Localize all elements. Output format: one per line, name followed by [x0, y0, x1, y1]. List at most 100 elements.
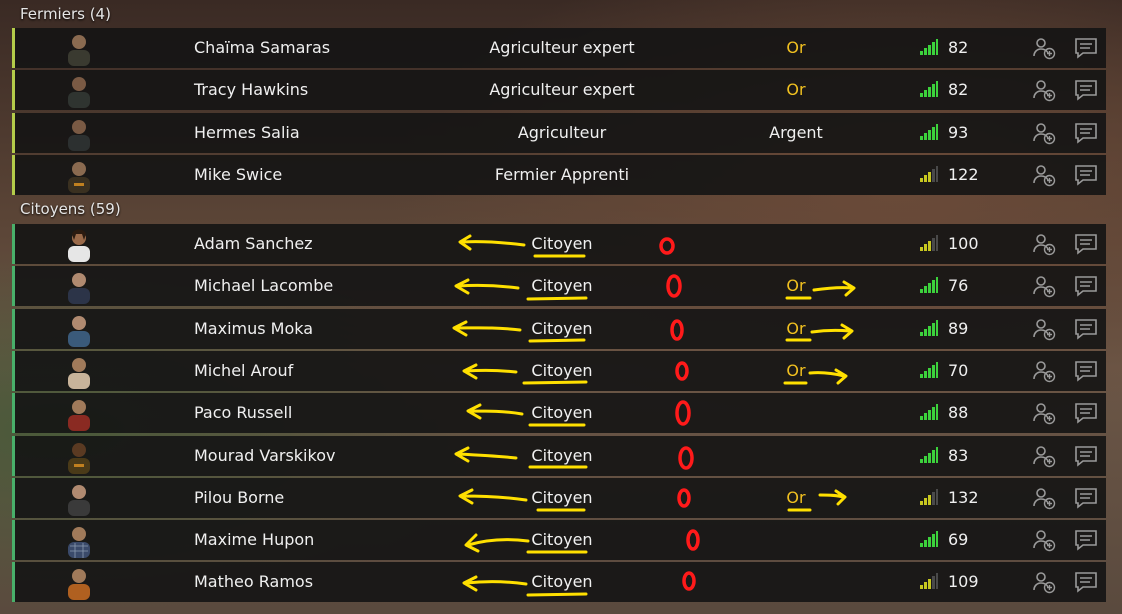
player-name: Hermes Salia: [194, 123, 300, 142]
add-friend-icon[interactable]: [1032, 121, 1056, 145]
chat-icon[interactable]: [1074, 79, 1098, 101]
player-row[interactable]: Tracy Hawkins Agriculteur expert Or 82: [12, 70, 1106, 110]
chat-icon[interactable]: [1074, 360, 1098, 382]
player-ping: 100: [948, 234, 979, 253]
player-role: Citoyen: [531, 446, 593, 465]
player-avatar: [68, 273, 90, 304]
player-ping: 88: [948, 403, 969, 422]
player-row[interactable]: Matheo Ramos Citoyen 109: [12, 562, 1106, 602]
chat-icon[interactable]: [1074, 402, 1098, 424]
group-stripe: [12, 520, 15, 560]
player-rank: Argent: [769, 123, 823, 142]
player-name: Mike Swice: [194, 165, 283, 184]
signal-bars-icon: [920, 362, 938, 378]
player-ping: 122: [948, 165, 979, 184]
add-friend-icon[interactable]: [1032, 163, 1056, 187]
player-ping: 89: [948, 319, 969, 338]
add-friend-icon[interactable]: [1032, 274, 1056, 298]
player-row[interactable]: Chaïma Samaras Agriculteur expert Or 82: [12, 28, 1106, 68]
section-title-fermiers: Fermiers (4): [20, 5, 111, 23]
player-role: Fermier Apprenti: [494, 165, 630, 184]
group-stripe: [12, 28, 15, 68]
signal-bars-icon: [920, 235, 938, 251]
chat-icon[interactable]: [1074, 164, 1098, 186]
player-ping: 70: [948, 361, 969, 380]
group-stripe: [12, 113, 15, 153]
chat-icon[interactable]: [1074, 445, 1098, 467]
player-role: Citoyen: [531, 361, 593, 380]
signal-bars-icon: [920, 447, 938, 463]
add-friend-icon[interactable]: [1032, 570, 1056, 594]
add-friend-icon[interactable]: [1032, 401, 1056, 425]
chat-icon[interactable]: [1074, 275, 1098, 297]
add-friend-icon[interactable]: [1032, 317, 1056, 341]
chat-icon[interactable]: [1074, 233, 1098, 255]
player-name: Maximus Moka: [194, 319, 314, 338]
player-role: Agriculteur expert: [489, 80, 635, 99]
player-row[interactable]: Mourad Varskikov Citoyen 83: [12, 436, 1106, 476]
player-avatar: [68, 485, 90, 516]
chat-icon[interactable]: [1074, 122, 1098, 144]
signal-bars-icon: [920, 404, 938, 420]
chat-icon[interactable]: [1074, 571, 1098, 593]
player-ping: 76: [948, 276, 969, 295]
signal-bars-icon: [920, 39, 938, 55]
player-role: Citoyen: [531, 488, 593, 507]
chat-icon[interactable]: [1074, 37, 1098, 59]
group-stripe: [12, 436, 15, 476]
player-role: Citoyen: [531, 276, 593, 295]
player-name: Tracy Hawkins: [194, 80, 309, 99]
player-row[interactable]: Michel Arouf Citoyen Or 70: [12, 351, 1106, 391]
player-ping: 83: [948, 446, 969, 465]
player-role: Citoyen: [531, 403, 593, 422]
group-stripe: [12, 478, 15, 518]
signal-bars-icon: [920, 166, 938, 182]
player-avatar: [68, 77, 90, 108]
add-friend-icon[interactable]: [1032, 78, 1056, 102]
signal-bars-icon: [920, 124, 938, 140]
player-name: Matheo Ramos: [194, 572, 314, 591]
player-avatar: [68, 229, 90, 262]
player-role: Agriculteur expert: [489, 38, 635, 57]
player-row[interactable]: Adam Sanchez Citoyen 100: [12, 224, 1106, 264]
add-friend-icon[interactable]: [1032, 528, 1056, 552]
player-row[interactable]: Paco Russell Citoyen 88: [12, 393, 1106, 433]
player-ping: 82: [948, 38, 969, 57]
group-stripe: [12, 351, 15, 391]
player-role: Citoyen: [531, 319, 593, 338]
player-avatar: [68, 35, 90, 66]
group-stripe: [12, 266, 15, 306]
signal-bars-icon: [920, 81, 938, 97]
chat-icon[interactable]: [1074, 529, 1098, 551]
add-friend-icon[interactable]: [1032, 36, 1056, 60]
player-rank: Or: [786, 38, 806, 57]
player-avatar: [68, 569, 90, 600]
add-friend-icon[interactable]: [1032, 359, 1056, 383]
signal-bars-icon: [920, 573, 938, 589]
player-row[interactable]: Michael Lacombe Citoyen Or 76: [12, 266, 1106, 306]
player-name: Adam Sanchez: [194, 234, 313, 253]
player-role: Agriculteur: [517, 123, 607, 142]
chat-icon[interactable]: [1074, 318, 1098, 340]
player-row[interactable]: Mike Swice Fermier Apprenti 122: [12, 155, 1106, 195]
player-name: Mourad Varskikov: [194, 446, 336, 465]
player-row[interactable]: Maxime Hupon Citoyen 69: [12, 520, 1106, 560]
add-friend-icon[interactable]: [1032, 486, 1056, 510]
chat-icon[interactable]: [1074, 487, 1098, 509]
player-rank: Or: [786, 361, 806, 380]
group-stripe: [12, 224, 15, 264]
player-avatar: [68, 120, 90, 151]
player-name: Paco Russell: [194, 403, 293, 422]
player-row[interactable]: Hermes Salia Agriculteur Argent 93: [12, 113, 1106, 153]
group-stripe: [12, 393, 15, 433]
add-friend-icon[interactable]: [1032, 232, 1056, 256]
add-friend-icon[interactable]: [1032, 444, 1056, 468]
signal-bars-icon: [920, 531, 938, 547]
player-rank: Or: [786, 319, 806, 338]
player-avatar: [68, 527, 90, 558]
player-name: Michel Arouf: [194, 361, 294, 380]
group-stripe: [12, 70, 15, 110]
player-row[interactable]: Maximus Moka Citoyen Or 89: [12, 309, 1106, 349]
player-row[interactable]: Pilou Borne Citoyen Or 132: [12, 478, 1106, 518]
player-role: Citoyen: [531, 530, 593, 549]
